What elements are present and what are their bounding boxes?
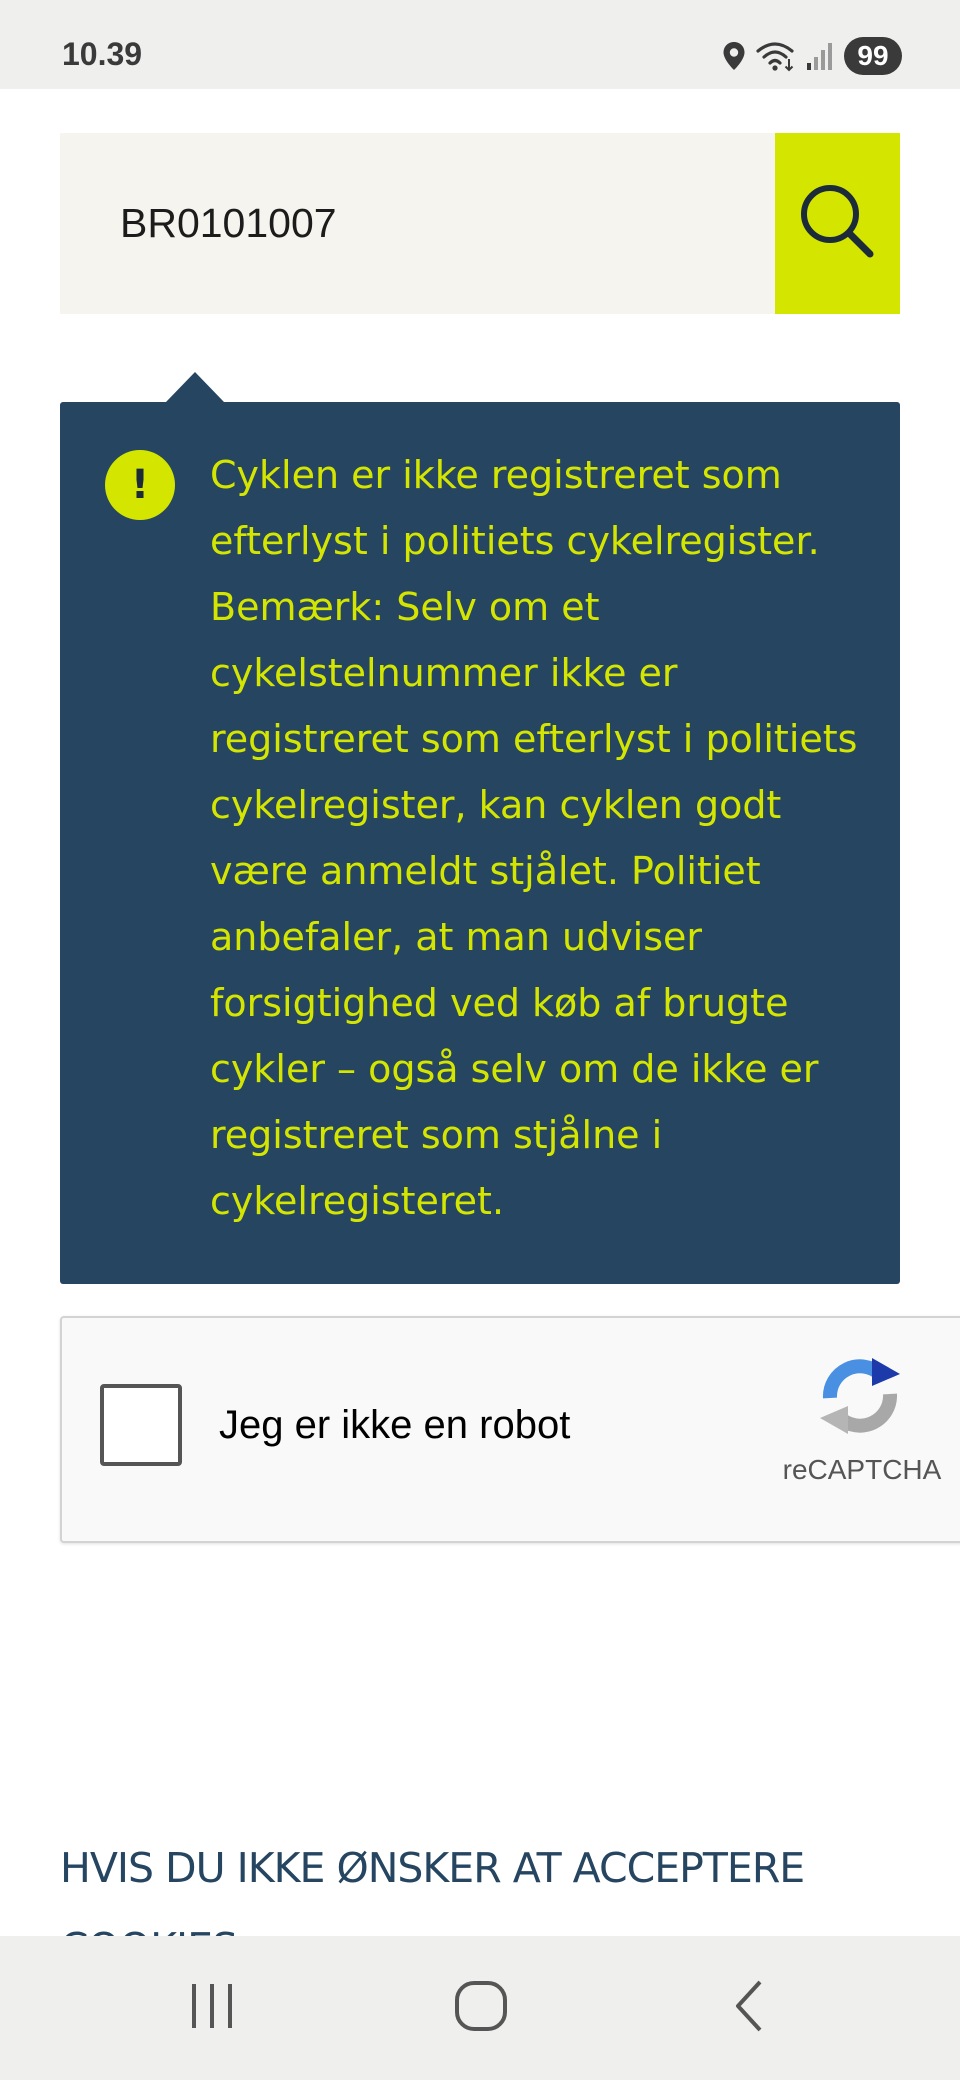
alert-message-text: Cyklen er ikke registreret som efterlyst…	[210, 453, 858, 1223]
status-icons: 99	[722, 36, 902, 76]
recent-apps-icon	[187, 1981, 237, 2035]
search-input[interactable]	[60, 133, 775, 314]
navigation-bar	[0, 1936, 960, 2080]
alert-pointer	[166, 372, 224, 402]
alert-message-box: ! Cyklen er ikke registreret som efterly…	[60, 402, 900, 1284]
recaptcha-logo-icon	[797, 1346, 923, 1446]
recaptcha-widget: Jeg er ikke en robot reCAPTCHA	[60, 1316, 960, 1543]
location-icon	[722, 41, 746, 71]
recent-apps-button[interactable]	[132, 1936, 292, 2080]
status-bar: 10.39 99	[0, 0, 960, 89]
recaptcha-label: Jeg er ikke en robot	[219, 1403, 571, 1447]
battery-indicator: 99	[844, 37, 902, 75]
search-button[interactable]	[775, 133, 900, 314]
recaptcha-brand: reCAPTCHA	[782, 1454, 942, 1485]
search-bar	[60, 133, 900, 314]
back-button[interactable]	[670, 1936, 830, 2080]
exclamation-icon: !	[105, 450, 175, 520]
home-button[interactable]	[401, 1936, 561, 2080]
home-icon	[453, 1978, 509, 2038]
signal-icon	[806, 41, 834, 71]
status-time: 10.39	[62, 36, 143, 72]
search-icon	[794, 178, 882, 269]
back-icon	[730, 1978, 770, 2038]
recaptcha-checkbox[interactable]	[100, 1384, 182, 1466]
wifi-icon	[756, 40, 796, 72]
